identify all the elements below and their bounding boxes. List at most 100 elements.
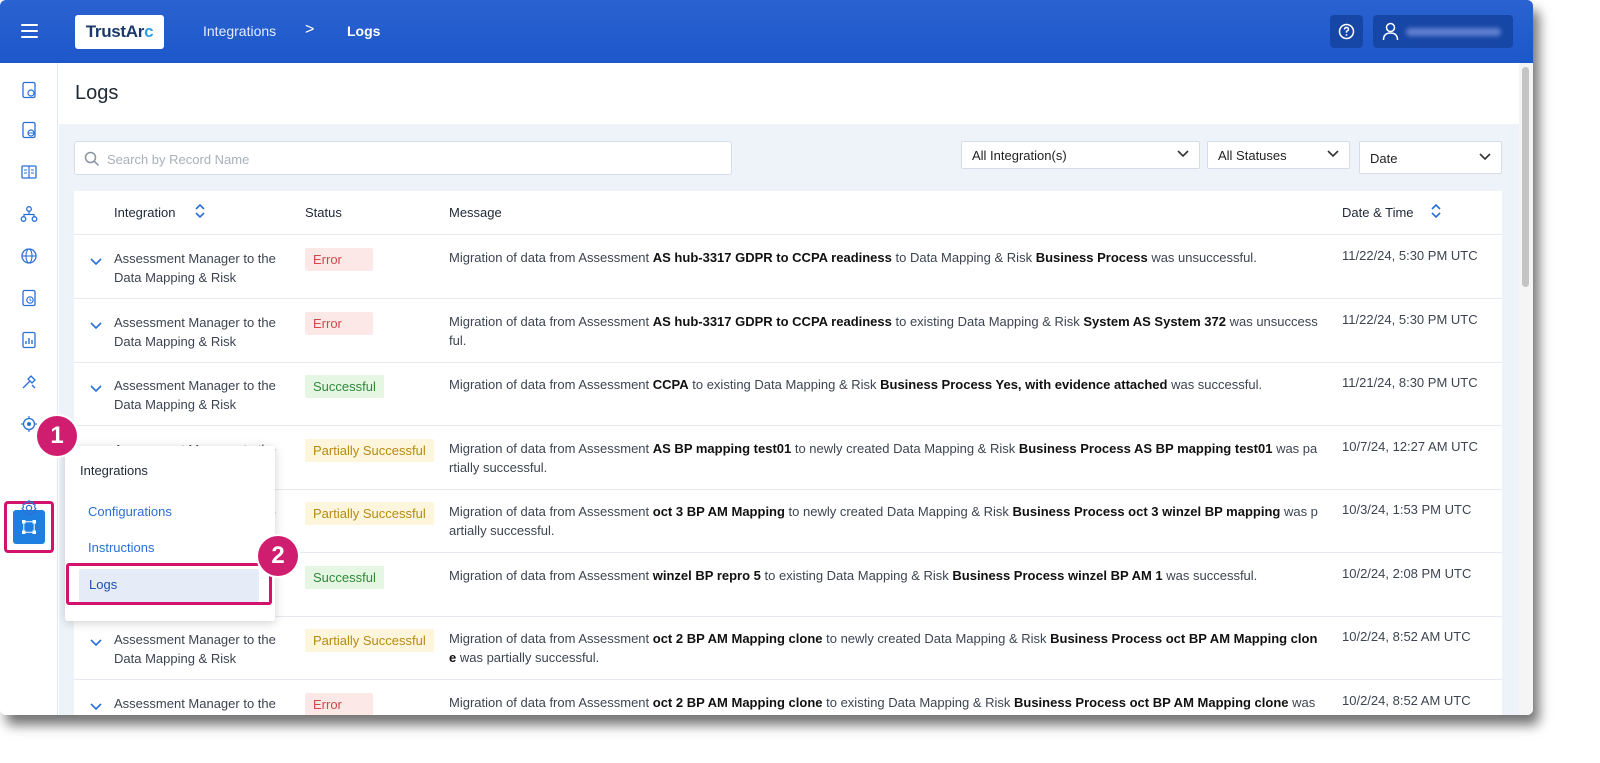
sidebar-item-monitor[interactable] bbox=[20, 121, 38, 139]
row-datetime: 10/2/24, 8:52 AM UTC bbox=[1342, 629, 1471, 644]
message-text: Migration of data from Assessment bbox=[449, 504, 653, 519]
row-integration: Assessment Manager to the Data Mapping &… bbox=[114, 378, 276, 412]
book-icon bbox=[21, 165, 37, 179]
table-row[interactable]: Assessment Manager to the Data Mapping &… bbox=[74, 427, 1502, 490]
row-message: Migration of data from Assessment CCPA t… bbox=[449, 375, 1319, 394]
flyout-title: Integrations bbox=[80, 463, 148, 478]
search-box[interactable] bbox=[74, 141, 732, 175]
app-window: TrustArc Integrations > Logs Logs All In… bbox=[0, 0, 1533, 715]
date-filter-dropdown[interactable]: Date bbox=[1359, 141, 1502, 174]
search-input[interactable] bbox=[107, 149, 707, 169]
monitor-icon bbox=[22, 121, 36, 139]
row-integration: Assessment Manager to the Data Mapping &… bbox=[114, 314, 276, 349]
expand-chevron-icon[interactable] bbox=[90, 385, 102, 393]
user-name-redacted bbox=[1406, 28, 1501, 36]
row-message: Migration of data from Assessment oct 2 … bbox=[449, 629, 1319, 667]
message-text: to existing Data Mapping & Risk bbox=[891, 313, 1084, 329]
settings-icon bbox=[21, 499, 37, 516]
flyout-item-configurations[interactable]: Configurations bbox=[88, 504, 172, 519]
scrollbar-thumb[interactable] bbox=[1522, 67, 1529, 287]
status-badge: Successful bbox=[305, 565, 384, 589]
sort-icon[interactable] bbox=[1430, 202, 1442, 220]
page-scrollbar[interactable] bbox=[1519, 63, 1533, 715]
sidebar-item-book[interactable] bbox=[20, 163, 38, 181]
integrations-icon bbox=[22, 520, 36, 534]
target-icon bbox=[21, 416, 37, 432]
sidebar-item-dashboard[interactable] bbox=[20, 81, 38, 99]
message-source-name: AS hub-3317 GDPR to CCPA readiness bbox=[652, 313, 892, 329]
status-badge: Error bbox=[305, 248, 373, 271]
help-circle-icon bbox=[1338, 23, 1355, 40]
table-row[interactable]: Assessment Manager to the Data Mapping &… bbox=[74, 363, 1502, 426]
logs-table: Integration Status Message Date & Time A… bbox=[74, 191, 1502, 715]
table-row[interactable]: Assessment Manager to the Data Mapping &… bbox=[74, 236, 1502, 299]
row-message: Migration of data from Assessment oct 3 … bbox=[449, 502, 1319, 540]
message-source-name: AS hub-3317 GDPR to CCPA readiness bbox=[652, 250, 892, 265]
row-datetime: 10/3/24, 1:53 PM UTC bbox=[1342, 502, 1472, 517]
flyout-item-instructions[interactable]: Instructions bbox=[88, 540, 154, 555]
expand-chevron-icon[interactable] bbox=[90, 639, 102, 647]
sort-icon[interactable] bbox=[194, 202, 206, 220]
row-datetime: 11/22/24, 5:30 PM UTC bbox=[1342, 311, 1478, 327]
status-badge: Partially Successful bbox=[305, 629, 434, 652]
breadcrumb-integrations[interactable]: Integrations bbox=[203, 23, 276, 39]
message-target-name: Business Process Yes, with evidence atta… bbox=[880, 377, 1168, 392]
sidebar-item-report[interactable] bbox=[20, 331, 38, 349]
message-text: Migration of data from Assessment bbox=[449, 694, 653, 710]
table-row[interactable]: Assessment Manager to the Data Mapping &… bbox=[74, 617, 1502, 680]
row-integration: Assessment Manager to the Data Mapping &… bbox=[114, 632, 276, 666]
column-header-datetime[interactable]: Date & Time bbox=[1342, 205, 1414, 220]
message-text: Migration of data from Assessment bbox=[449, 250, 653, 265]
table-row[interactable]: Assessment Manager to the Data Mapping &… bbox=[74, 300, 1502, 363]
table-row[interactable]: Assessment Manager to the Data Mapping &… bbox=[74, 681, 1502, 716]
message-text: to existing Data Mapping & Risk bbox=[822, 694, 1014, 710]
message-target-name: Business Process winzel BP AM 1 bbox=[952, 567, 1163, 583]
breadcrumb-logs: Logs bbox=[347, 23, 381, 39]
message-source-name: oct 3 BP AM Mapping bbox=[652, 504, 785, 519]
status-badge: Partially Successful bbox=[305, 502, 434, 525]
sidebar-item-document-clock[interactable] bbox=[20, 289, 38, 307]
message-target-name: Business Process bbox=[1035, 250, 1148, 265]
message-source-name: oct 2 BP AM Mapping clone bbox=[652, 631, 823, 646]
top-bar: TrustAr c Integrations > Logs bbox=[0, 0, 1533, 63]
user-menu-button[interactable] bbox=[1373, 15, 1513, 48]
row-datetime: 10/7/24, 12:27 AM UTC bbox=[1342, 438, 1478, 454]
sidebar-item-settings[interactable] bbox=[20, 499, 38, 517]
message-text: was successful. bbox=[1162, 567, 1258, 583]
hamburger-menu-icon[interactable] bbox=[21, 24, 38, 42]
message-text: Migration of data from Assessment bbox=[449, 377, 653, 392]
breadcrumb-separator: > bbox=[305, 21, 315, 38]
row-datetime: 11/22/24, 5:30 PM UTC bbox=[1342, 248, 1478, 263]
row-datetime: 10/2/24, 2:08 PM UTC bbox=[1342, 565, 1472, 581]
expand-chevron-icon[interactable] bbox=[90, 258, 102, 266]
integrations-flyout-menu: Integrations Configurations Instructions… bbox=[65, 446, 275, 621]
column-header-integration[interactable]: Integration bbox=[114, 205, 175, 220]
flyout-item-logs[interactable]: Logs bbox=[79, 569, 259, 602]
help-button[interactable] bbox=[1330, 15, 1363, 48]
chevron-down-icon bbox=[1177, 150, 1189, 158]
status-filter-dropdown[interactable]: All Statuses bbox=[1207, 141, 1350, 169]
sidebar-item-globe[interactable] bbox=[20, 247, 38, 265]
sidebar-item-target[interactable] bbox=[20, 415, 38, 433]
message-text: to newly created Data Mapping & Risk bbox=[784, 504, 1013, 519]
message-source-name: AS BP mapping test01 bbox=[652, 440, 792, 456]
message-text: to newly created Data Mapping & Risk bbox=[822, 631, 1051, 646]
integration-filter-dropdown[interactable]: All Integration(s) bbox=[961, 141, 1200, 169]
message-text: Migration of data from Assessment bbox=[449, 313, 653, 329]
page-header: Logs bbox=[59, 63, 1519, 124]
chevron-down-icon bbox=[1327, 150, 1339, 158]
callout-badge-1: 1 bbox=[37, 416, 77, 456]
tools-icon bbox=[22, 375, 36, 389]
expand-chevron-icon[interactable] bbox=[90, 321, 102, 330]
left-nav bbox=[0, 63, 58, 715]
expand-chevron-icon[interactable] bbox=[90, 702, 102, 711]
flyout-item-logs-highlight: Logs bbox=[66, 563, 272, 605]
row-integration: Assessment Manager to the Data Mapping &… bbox=[114, 695, 276, 716]
trustarc-logo[interactable]: TrustAr c bbox=[75, 15, 164, 49]
sidebar-item-tools[interactable] bbox=[20, 373, 38, 391]
message-text: Migration of data from Assessment bbox=[449, 440, 653, 456]
message-target-name: Business Process oct BP AM Mapping clone bbox=[1014, 694, 1289, 710]
row-message: Migration of data from Assessment oct 2 … bbox=[449, 693, 1319, 716]
message-text: Migration of data from Assessment bbox=[449, 631, 653, 646]
sidebar-item-hierarchy[interactable] bbox=[20, 205, 38, 223]
